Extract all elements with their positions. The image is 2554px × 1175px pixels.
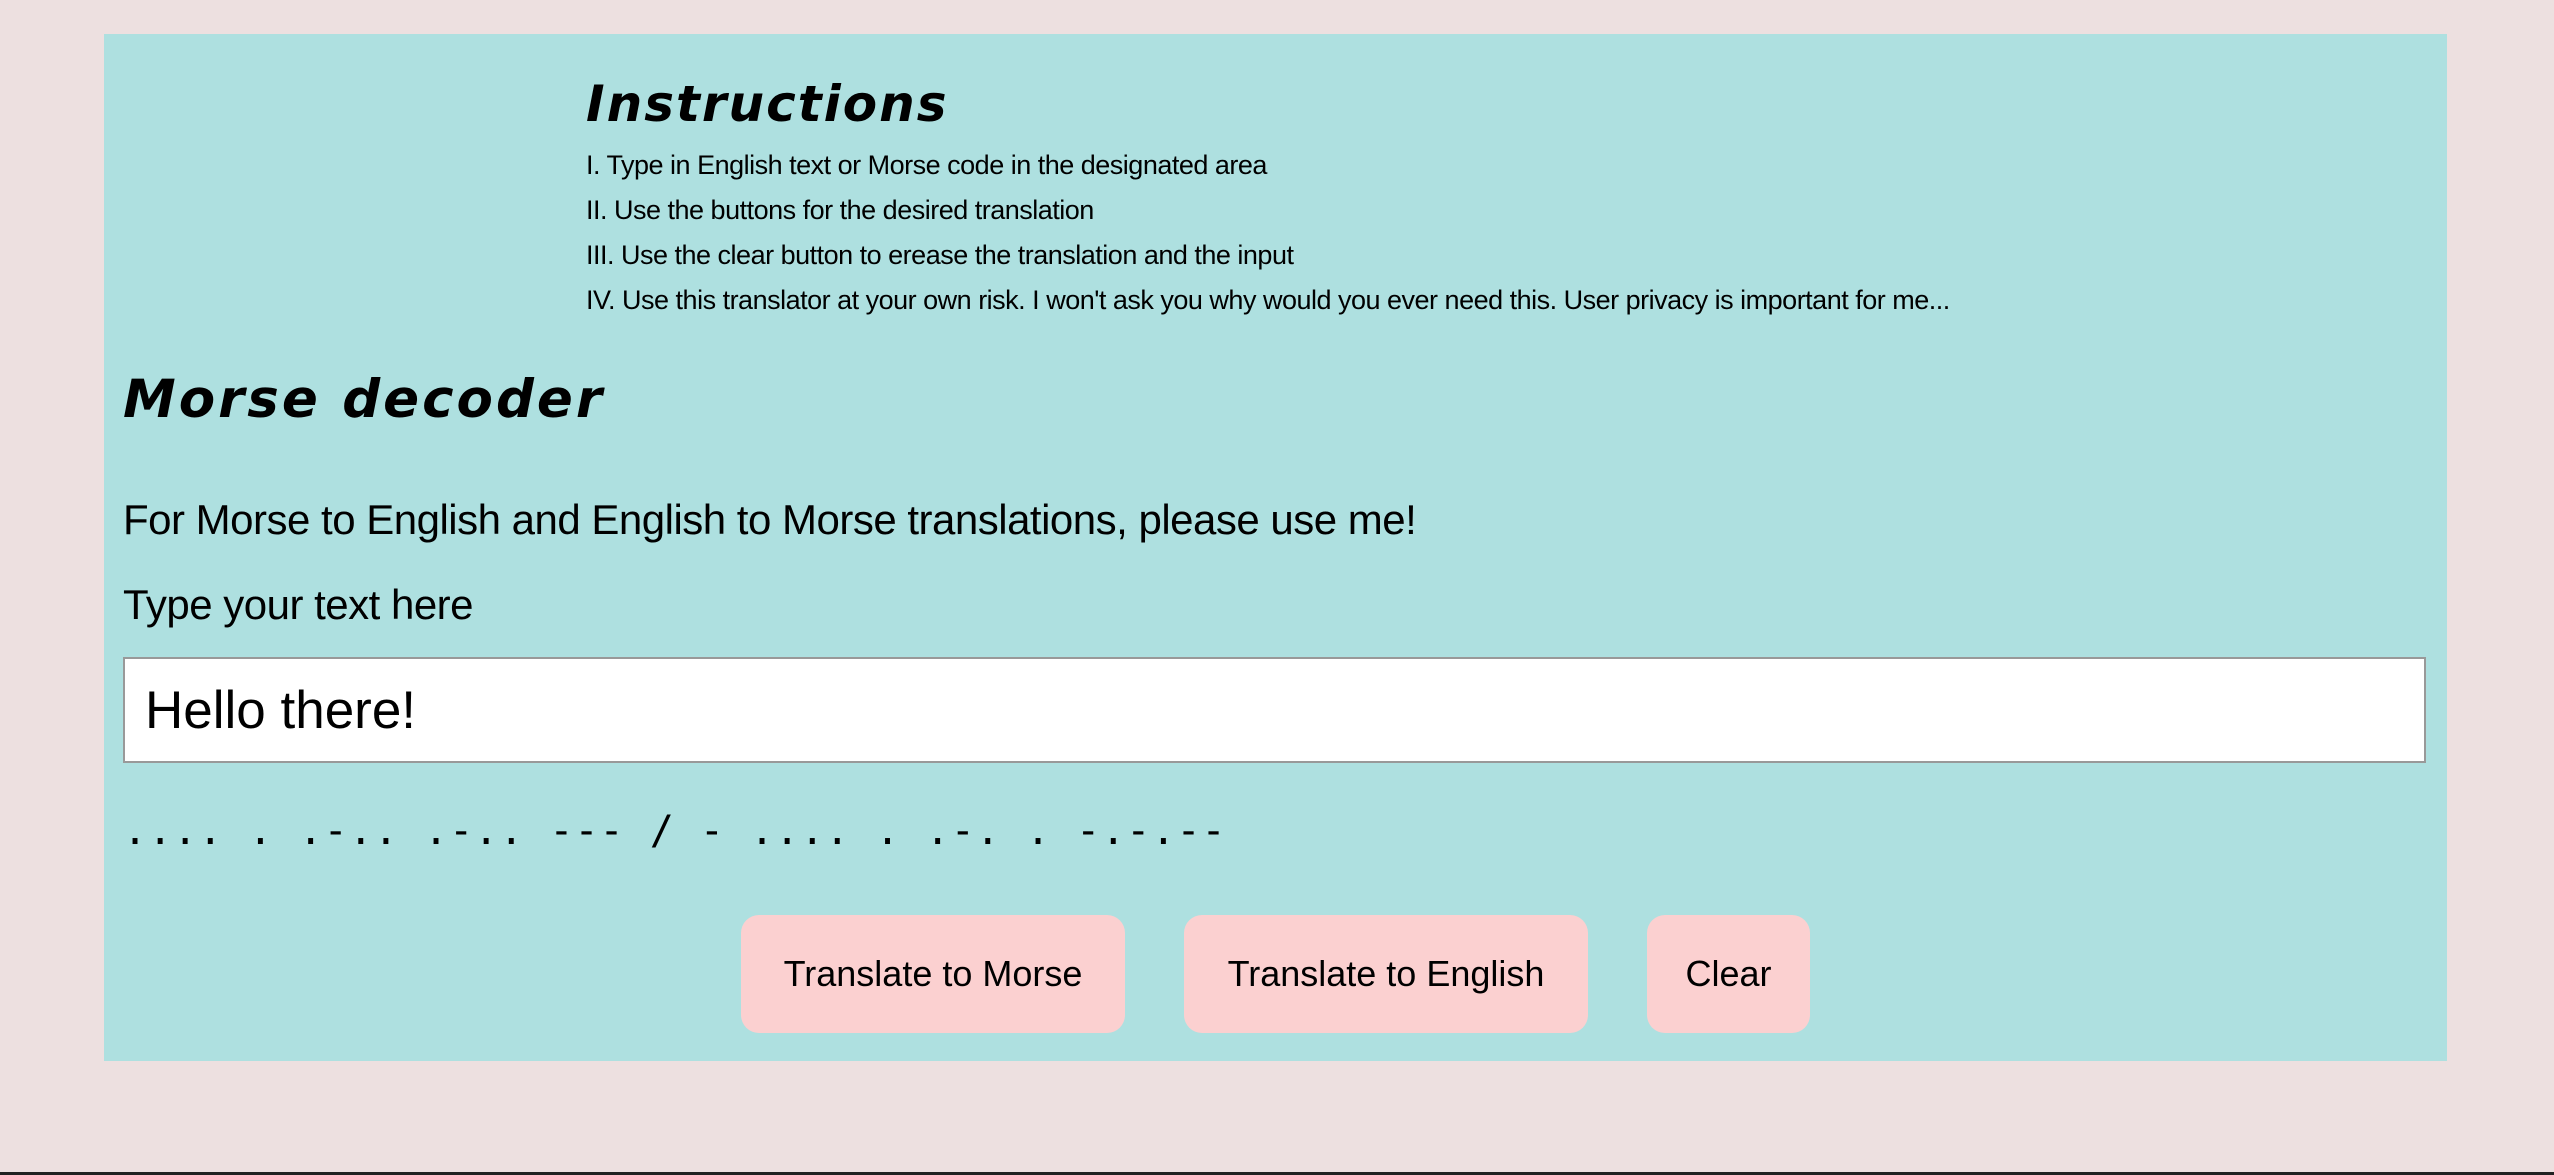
instruction-item: II. Use the buttons for the desired tran… <box>586 195 1094 225</box>
instructions-list: I. Type in English text or Morse code in… <box>586 143 1950 323</box>
instructions-section: Instructions I. Type in English text or … <box>586 72 1950 323</box>
page-subtitle: For Morse to English and English to Mors… <box>123 496 1417 543</box>
translate-to-english-button[interactable]: Translate to English <box>1184 915 1588 1033</box>
instructions-heading: Instructions <box>586 75 949 133</box>
clear-button[interactable]: Clear <box>1647 915 1810 1033</box>
translator-panel: Instructions I. Type in English text or … <box>104 34 2447 1061</box>
instruction-item: I. Type in English text or Morse code in… <box>586 150 1267 180</box>
page-title: Morse decoder <box>123 369 605 430</box>
instruction-item: III. Use the clear button to erease the … <box>586 240 1294 270</box>
text-input[interactable] <box>123 657 2426 763</box>
instruction-item: IV. Use this translator at your own risk… <box>586 285 1950 315</box>
translation-output: .... . .-.. .-.. --- / - .... . .-. . -.… <box>123 808 1227 854</box>
input-label: Type your text here <box>123 581 474 628</box>
translate-to-morse-button[interactable]: Translate to Morse <box>741 915 1125 1033</box>
